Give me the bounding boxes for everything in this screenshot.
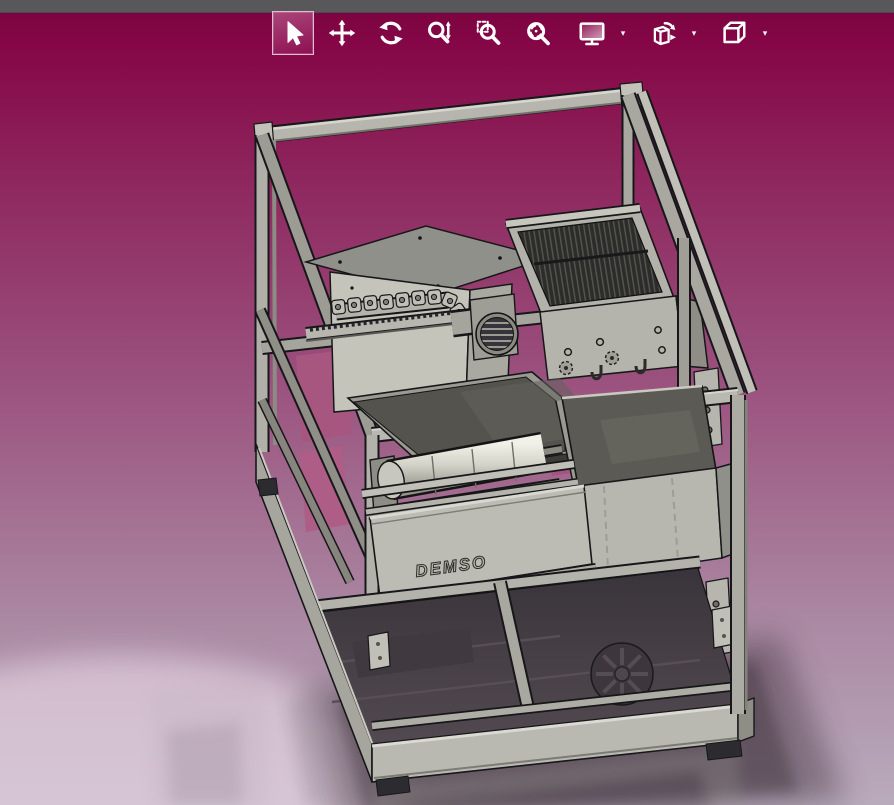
zoom-in-out-button[interactable] <box>419 11 461 55</box>
display-settings-group: ▾ <box>571 11 630 55</box>
pan-arrows-icon <box>328 19 356 47</box>
display-style-button[interactable] <box>713 11 755 55</box>
caret-down-icon: ▾ <box>762 28 768 38</box>
caret-down-icon: ▾ <box>691 28 697 38</box>
model-viewport[interactable]: DEMSO <box>0 12 894 805</box>
display-style-icon <box>723 21 746 44</box>
cad-scene: DEMSO <box>0 81 846 805</box>
view-heads-up-toolbar: ▾ ▾ ▾ <box>272 11 772 55</box>
frame-front-right-post[interactable] <box>730 395 748 714</box>
display-style-dropdown[interactable]: ▾ <box>758 11 772 55</box>
display-settings-icon <box>579 22 605 46</box>
select-tool-button[interactable] <box>272 11 314 55</box>
zoom-to-fit-button[interactable] <box>517 11 559 55</box>
zoom-to-fit-icon <box>527 22 550 46</box>
apply-scene-button[interactable] <box>642 11 684 55</box>
zoom-to-area-button[interactable] <box>468 11 510 55</box>
display-settings-dropdown[interactable]: ▾ <box>616 11 630 55</box>
rotate-view-button[interactable] <box>370 11 412 55</box>
apply-scene-icon <box>653 22 676 46</box>
cad-application-window: ▾ ▾ ▾ DEMSO <box>0 0 894 805</box>
caret-down-icon: ▾ <box>620 28 626 38</box>
pan-tool-button[interactable] <box>321 11 363 55</box>
zoom-in-out-icon <box>427 21 451 44</box>
display-settings-button[interactable] <box>571 11 613 55</box>
rotate-view-icon <box>379 21 403 45</box>
apply-scene-group: ▾ <box>642 11 701 55</box>
zoom-to-area-icon <box>476 20 501 45</box>
cursor-arrow-icon <box>287 21 304 46</box>
apply-scene-dropdown[interactable]: ▾ <box>687 11 701 55</box>
display-style-group: ▾ <box>713 11 772 55</box>
